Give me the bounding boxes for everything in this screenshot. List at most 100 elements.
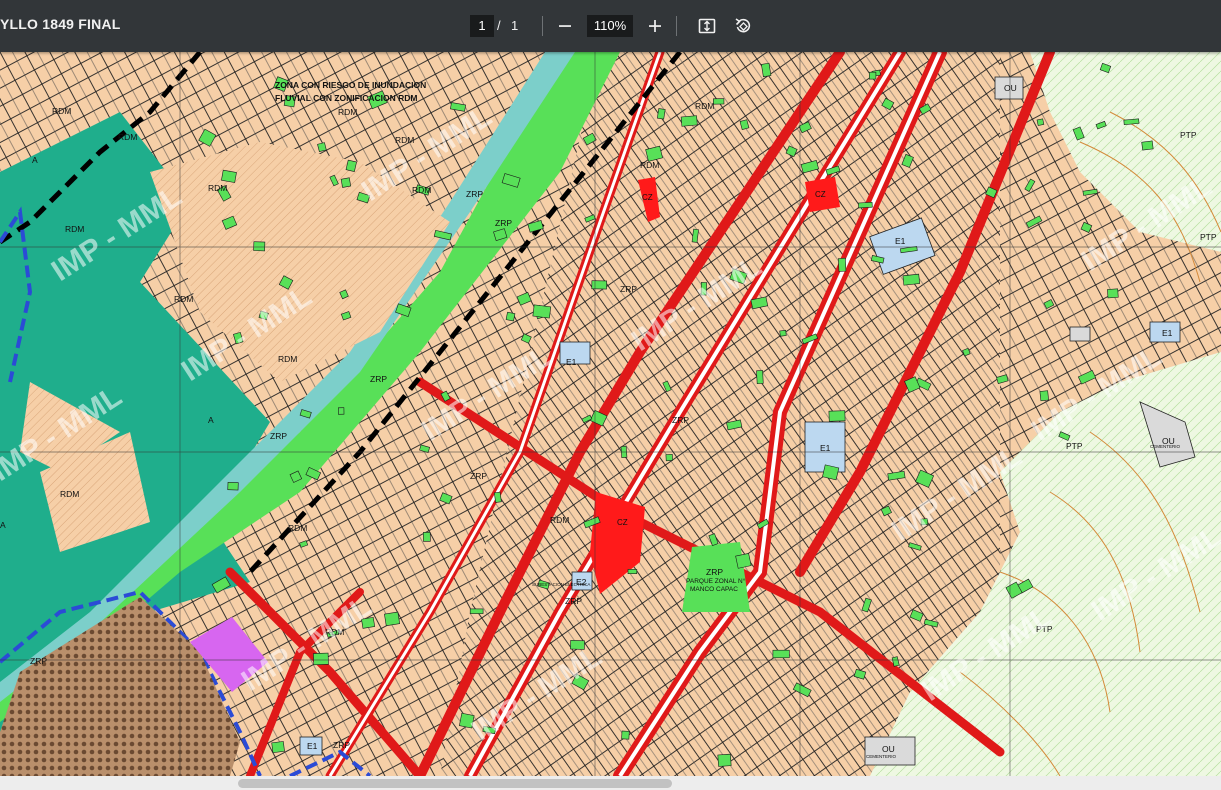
cemetery-label: CEMENTERIO xyxy=(866,754,897,759)
green-plot xyxy=(735,552,752,569)
zone-label-rdm: RDM xyxy=(60,489,79,499)
green-plot xyxy=(271,741,285,754)
green-plot xyxy=(253,241,266,252)
zone-label-rdm: RDM xyxy=(338,107,357,117)
zoning-map: ZONA CON RIESGO DE INUNDACION FLUVIAL CO… xyxy=(0,52,1221,776)
green-plot xyxy=(505,311,516,322)
rotate-button[interactable] xyxy=(730,13,756,39)
zone-label-ou: OU xyxy=(882,744,895,754)
zone-label-cz: CZ xyxy=(642,193,653,202)
fit-to-page-button[interactable] xyxy=(694,13,720,39)
zone-label-zrp: ZRP xyxy=(370,374,387,384)
zone-label-rdm: RDM xyxy=(695,101,714,111)
green-plot xyxy=(317,142,327,153)
zone-label-zrp: ZRP xyxy=(565,596,582,606)
toolbar-divider xyxy=(676,16,677,36)
zone-label-rdm: RDM xyxy=(65,224,84,234)
green-plot xyxy=(345,159,357,172)
green-plot xyxy=(493,491,502,503)
zone-label-rdm: RDM xyxy=(278,354,297,364)
green-plot xyxy=(221,169,237,183)
toolbar-divider xyxy=(542,16,543,36)
document-title: YLLO 1849 FINAL xyxy=(0,16,121,32)
zone-label-zrp: ZRP xyxy=(466,189,483,199)
zone-label-e1: E1 xyxy=(1162,328,1173,338)
green-plot xyxy=(621,730,630,740)
zone-label-a: A xyxy=(32,155,38,165)
zone-label-rdm: RDM xyxy=(52,106,71,116)
zone-label-zrp: ZRP xyxy=(333,740,350,750)
green-plot xyxy=(469,608,484,614)
green-plot xyxy=(591,280,608,290)
green-plot xyxy=(422,531,431,542)
zone-label-zrp: ZRP xyxy=(495,218,512,228)
green-plot xyxy=(902,273,921,286)
minus-icon xyxy=(559,25,571,27)
park-name-line1: PARQUE ZONAL N° xyxy=(686,577,746,585)
zoom-out-button[interactable] xyxy=(552,13,578,39)
green-plot xyxy=(665,453,673,462)
zone-label-ptp: PTP xyxy=(1180,130,1197,140)
risk-zone-annotation-2: FLUVIAL CON ZONIFICACION RDM xyxy=(275,93,417,103)
green-plot xyxy=(1107,288,1119,299)
scrollbar-thumb[interactable] xyxy=(238,779,672,788)
zone-label-e1: E1 xyxy=(566,357,577,367)
green-plot xyxy=(837,257,847,272)
zone-label-rdm: RDM xyxy=(412,185,431,195)
zone-label-zrp: ZRP xyxy=(706,567,723,577)
zone-label-ou: OU xyxy=(1004,83,1017,93)
parque-zonal xyxy=(682,542,750,612)
fit-to-page-icon xyxy=(698,18,716,34)
zone-label-rdm: RDM xyxy=(550,515,569,525)
green-plot xyxy=(712,98,725,105)
zone-label-e1: E1 xyxy=(307,741,318,751)
zone-label-ptp: PTP xyxy=(1200,232,1217,242)
park-name-line2: MANCO CAPAC xyxy=(690,586,738,593)
green-plot xyxy=(828,410,846,422)
substation-label: SUBESTACION ELECTRICA xyxy=(532,582,590,587)
pdf-page-viewport[interactable]: ZONA CON RIESGO DE INUNDACION FLUVIAL CO… xyxy=(0,52,1221,776)
green-plot xyxy=(384,611,401,627)
zone-label-a: A xyxy=(208,415,214,425)
zone-label-e1: E1 xyxy=(895,236,906,246)
risk-zone-annotation-1: ZONA CON RIESGO DE INUNDACION xyxy=(275,80,426,90)
cemetery-label: CEMENTERIO xyxy=(1150,444,1181,449)
green-plot xyxy=(756,370,764,384)
zone-label-a: A xyxy=(0,520,6,530)
green-plot xyxy=(227,481,239,491)
zone-label-zrp: ZRP xyxy=(470,471,487,481)
zone-label-zrp: ZRP xyxy=(270,431,287,441)
page-separator: / xyxy=(497,18,501,33)
pdf-toolbar: YLLO 1849 FINAL 1 / 1 110% xyxy=(0,0,1221,52)
green-plot xyxy=(761,62,772,78)
green-plot xyxy=(1141,140,1154,151)
green-plot xyxy=(532,304,552,319)
zone-label-zrp: ZRP xyxy=(620,284,637,294)
zone-label-ptp: PTP xyxy=(1066,441,1083,451)
green-plot xyxy=(717,753,732,767)
zoom-in-button[interactable] xyxy=(642,13,668,39)
current-page-input[interactable]: 1 xyxy=(470,15,494,37)
green-plot xyxy=(1039,390,1049,402)
zoom-level-input[interactable]: 110% xyxy=(587,15,633,37)
horizontal-scrollbar[interactable] xyxy=(0,776,1221,790)
green-plot xyxy=(772,649,790,659)
green-plot xyxy=(868,71,877,80)
zone-label-rdm: RDM xyxy=(118,132,137,142)
green-plot xyxy=(1036,118,1045,126)
zone-label-cz: CZ xyxy=(617,518,628,527)
green-plot xyxy=(656,108,666,120)
zone-label-zrp: ZRP xyxy=(30,656,47,666)
zone-label-rdm: RDM xyxy=(174,294,193,304)
green-plot xyxy=(858,201,873,209)
green-plot xyxy=(627,569,638,575)
zone-label-rdm: RDM xyxy=(288,523,307,533)
green-plot xyxy=(779,329,787,337)
zone-label-rdm: RDM xyxy=(208,183,227,193)
zone-label-zrp: ZRP xyxy=(672,415,689,425)
total-pages: 1 xyxy=(511,18,519,33)
green-plot xyxy=(340,177,352,188)
rotate-icon xyxy=(735,18,751,33)
zone-label-cz: CZ xyxy=(815,190,826,199)
plus-icon xyxy=(649,20,661,32)
